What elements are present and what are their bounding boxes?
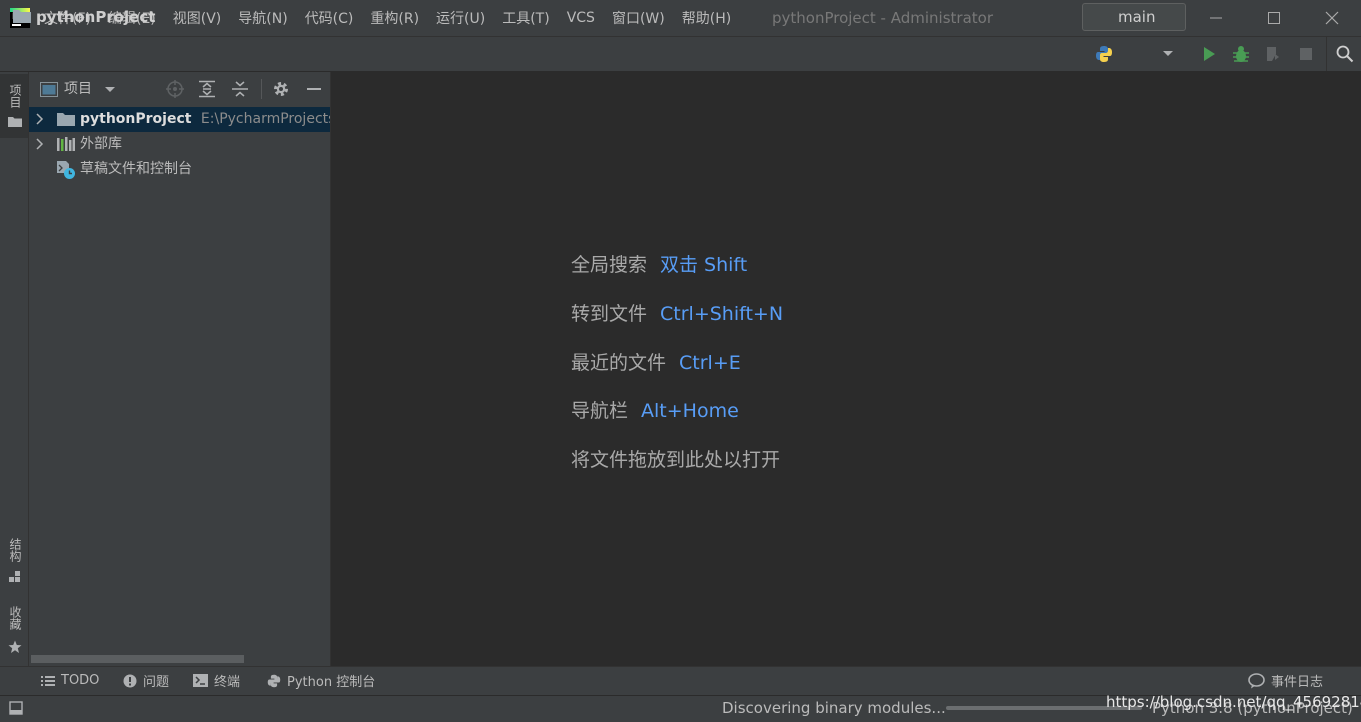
hint-label: 最近的文件 bbox=[571, 352, 667, 374]
menu-vcs[interactable]: VCS bbox=[567, 10, 595, 26]
hint-drop-files: 将文件拖放到此处以打开 bbox=[571, 445, 780, 472]
run-configuration-label: main bbox=[1118, 8, 1156, 26]
toggle-tool-windows-icon[interactable] bbox=[9, 701, 23, 715]
event-log-label: 事件日志 bbox=[1271, 675, 1324, 690]
gear-icon[interactable] bbox=[272, 80, 290, 98]
toolbar-divider bbox=[1326, 37, 1327, 71]
menu-refactor[interactable]: 重构(R) bbox=[370, 8, 419, 28]
close-icon bbox=[1325, 11, 1339, 25]
list-icon bbox=[41, 675, 55, 686]
project-view-icon bbox=[40, 82, 58, 97]
menu-window[interactable]: 窗口(W) bbox=[612, 8, 665, 28]
stop-icon[interactable] bbox=[1299, 47, 1313, 61]
expand-all-icon[interactable] bbox=[198, 80, 216, 98]
menu-run[interactable]: 运行(U) bbox=[436, 8, 485, 28]
hint-navigation-bar: 导航栏 Alt+Home bbox=[571, 396, 739, 423]
tree-item-path: E:\PycharmProjects bbox=[200, 111, 330, 127]
toolbar-divider bbox=[261, 79, 262, 99]
python-icon bbox=[267, 674, 281, 687]
collapse-all-icon[interactable] bbox=[231, 80, 249, 98]
hint-shortcut: 双击 Shift bbox=[660, 254, 748, 276]
hide-panel-icon[interactable] bbox=[306, 80, 322, 98]
editor-area bbox=[331, 72, 1361, 666]
window-title: pythonProject - Administrator bbox=[772, 9, 993, 27]
hint-shortcut: Alt+Home bbox=[641, 400, 739, 422]
hint-shortcut: Ctrl+Shift+N bbox=[660, 303, 784, 325]
folder-icon bbox=[13, 10, 31, 23]
menu-view[interactable]: 视图(V) bbox=[173, 8, 222, 28]
problems-tool-button[interactable]: 问题 bbox=[123, 666, 169, 695]
search-icon[interactable] bbox=[1336, 45, 1354, 63]
todo-label: TODO bbox=[61, 673, 100, 688]
chevron-down-icon bbox=[1163, 51, 1173, 56]
python-icon bbox=[1096, 46, 1112, 62]
python-console-label: Python 控制台 bbox=[287, 675, 376, 690]
chevron-down-icon[interactable] bbox=[104, 86, 116, 94]
maximize-icon bbox=[1268, 12, 1280, 24]
menu-help[interactable]: 帮助(H) bbox=[682, 8, 731, 28]
star-icon bbox=[8, 640, 22, 653]
problems-label: 问题 bbox=[143, 675, 170, 690]
status-message: Discovering binary modules... bbox=[722, 699, 946, 717]
event-log-icon bbox=[1248, 672, 1265, 688]
project-tab-label: 项目 bbox=[8, 84, 22, 108]
folder-icon bbox=[8, 117, 22, 127]
close-button[interactable] bbox=[1303, 0, 1361, 36]
maximize-button[interactable] bbox=[1245, 0, 1303, 36]
favorites-tab-label[interactable]: 收藏 bbox=[7, 606, 24, 630]
minimize-button[interactable] bbox=[1187, 0, 1245, 36]
run-icon[interactable] bbox=[1201, 46, 1217, 62]
structure-icon bbox=[9, 571, 20, 582]
todo-tool-button[interactable]: TODO bbox=[41, 666, 99, 695]
python-console-tool-button[interactable]: Python 控制台 bbox=[267, 666, 375, 695]
chevron-right-icon[interactable] bbox=[35, 112, 45, 126]
left-tool-stripe bbox=[0, 72, 29, 694]
hint-recent-files: 最近的文件 Ctrl+E bbox=[571, 348, 741, 375]
menu-navigate[interactable]: 导航(N) bbox=[238, 8, 287, 28]
hint-search-everywhere: 全局搜索 双击 Shift bbox=[571, 250, 747, 277]
hint-label: 导航栏 bbox=[571, 400, 629, 422]
chevron-right-icon[interactable] bbox=[35, 137, 45, 151]
hint-label: 转到文件 bbox=[571, 303, 648, 325]
horizontal-scrollbar[interactable] bbox=[31, 655, 244, 663]
structure-tab-label[interactable]: 结构 bbox=[7, 538, 24, 562]
breadcrumb-project[interactable]: pythonProject bbox=[36, 0, 155, 34]
tree-item-external-libraries[interactable]: 外部库 bbox=[80, 132, 122, 157]
menu-tools[interactable]: 工具(T) bbox=[502, 8, 549, 28]
terminal-label: 终端 bbox=[214, 675, 241, 690]
library-icon bbox=[57, 137, 75, 151]
scratches-icon bbox=[57, 161, 75, 179]
folder-icon bbox=[57, 113, 75, 126]
terminal-tool-button[interactable]: 终端 bbox=[193, 666, 240, 695]
debug-icon[interactable] bbox=[1231, 45, 1251, 63]
problems-icon bbox=[123, 674, 137, 687]
project-panel-title[interactable]: 项目 bbox=[64, 72, 92, 107]
tree-item-label: pythonProject bbox=[80, 111, 192, 127]
hint-label: 将文件拖放到此处以打开 bbox=[571, 449, 781, 471]
locate-icon[interactable] bbox=[166, 80, 184, 98]
minimize-icon bbox=[1210, 17, 1222, 19]
coverage-icon[interactable] bbox=[1264, 45, 1284, 63]
tree-item-scratches[interactable]: 草稿文件和控制台 bbox=[80, 157, 192, 182]
watermark-text: https://blog.csdn.net/qq_45692814 bbox=[1106, 693, 1361, 711]
menu-code[interactable]: 代码(C) bbox=[305, 8, 354, 28]
hint-shortcut: Ctrl+E bbox=[679, 352, 741, 374]
navigation-bar bbox=[0, 37, 1361, 72]
terminal-icon bbox=[193, 674, 208, 687]
tree-item-project-root-text: pythonProject E:\PycharmProjects bbox=[80, 107, 330, 132]
hint-label: 全局搜索 bbox=[571, 254, 648, 276]
hint-goto-file: 转到文件 Ctrl+Shift+N bbox=[571, 299, 783, 326]
